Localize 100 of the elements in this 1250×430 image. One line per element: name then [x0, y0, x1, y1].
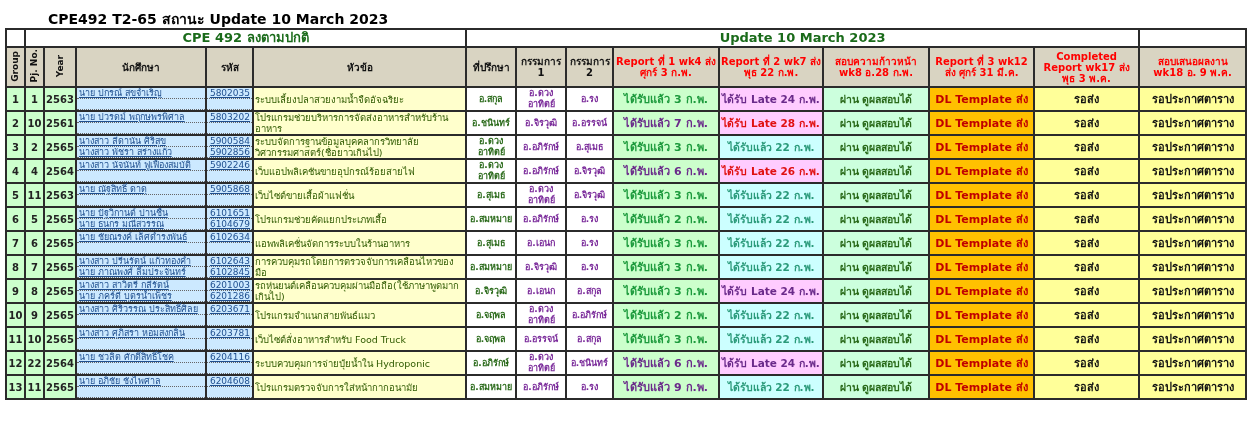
table-cell: ได้รับ Late 24 ก.พ. — [720, 352, 823, 374]
table-cell: อ.จฤพล — [467, 328, 516, 350]
student-id-link[interactable]: 6104679 — [209, 219, 250, 229]
table-cell: ผ่าน ดูผลสอบได้ — [824, 112, 929, 134]
table-cell: รอประกาศตาราง — [1140, 328, 1246, 350]
table-cell: ได้รับแล้ว 3 ก.พ. — [614, 232, 719, 254]
table-cell: รอส่ง — [1035, 280, 1139, 302]
table-cell: DL Template ส่ง — [930, 208, 1034, 230]
table-cell: รอประกาศตาราง — [1140, 376, 1246, 398]
table-cell: อ.ชนินทร์ — [467, 112, 516, 134]
column-header: Pj. No. — [29, 49, 40, 83]
table-cell: อ.สุเมธ — [467, 232, 516, 254]
table-cell: อ.สกุล — [567, 328, 613, 350]
table-cell: 2565 — [45, 376, 75, 398]
student-name-link[interactable]: นาย ภาณพงศ์ ลิ้มประจันทร์ — [79, 267, 186, 277]
table-cell: DL Template ส่ง — [930, 232, 1034, 254]
student-id-link[interactable]: 6102643 — [209, 256, 250, 266]
table-cell: อ.อภิรักษ์ — [517, 160, 566, 182]
student-name-link[interactable]: นาย ธนกร มณีสวรรณ — [79, 219, 164, 229]
student-id-link[interactable]: 5902856 — [209, 147, 250, 157]
table-cell: อ.รง — [567, 88, 613, 110]
column-header: Year — [54, 54, 66, 78]
table-cell: 2565 — [45, 232, 75, 254]
table-cell: รอประกาศตาราง — [1140, 208, 1246, 230]
column-header: กรรมการ 2 — [567, 48, 613, 86]
table-cell: 9 — [26, 304, 43, 326]
table-cell: ระบบควบคุมการจ่ายปุ๋ยน้ำใน Hydroponic — [254, 352, 466, 374]
column-header: สอบเสนอผลงาน wk18 อ. 9 พ.ค. — [1140, 48, 1246, 86]
table-cell: อ.อภิรักษ์ — [467, 352, 516, 374]
student-name-link[interactable]: นางสาว พัชรา สร่างแก้ว — [79, 147, 172, 157]
table-cell: รอส่ง — [1035, 256, 1139, 278]
table-cell: โปรแกรมช่วยบริหารการจัดส่งอาหารสำหรับร้านอาหาร — [254, 112, 466, 134]
table-cell: ได้รับแล้ว 3 ก.พ. — [614, 184, 719, 206]
student-name-link[interactable]: นาย ภคร์ดี บุตรน้ำเพ็ชร — [79, 291, 172, 301]
table-cell: รอส่ง — [1035, 328, 1139, 350]
table-cell: อ.ดวง อาทิตย์ — [467, 160, 516, 182]
table-cell: ได้รับแล้ว 22 ก.พ. — [720, 184, 823, 206]
table-cell: รถหุ่นยนต์เคลื่อนควบคุมผ่านมือถือ(ใช้ภาษาพูดมากเกินไป) — [254, 280, 466, 302]
table-cell: อ.ดวง อาทิตย์ — [517, 304, 566, 326]
table-cell: DL Template ส่ง — [930, 328, 1034, 350]
table-cell: 12 — [7, 352, 24, 374]
table-cell: ได้รับแล้ว 22 ก.พ. — [720, 232, 823, 254]
table-cell: รอประกาศตาราง — [1140, 88, 1246, 110]
table-cell: ผ่าน ดูผลสอบได้ — [824, 280, 929, 302]
table-cell: ได้รับ Late 26 ก.พ. — [720, 160, 823, 182]
page-title: CPE492 T2-65 สถานะ Update 10 March 2023 — [47, 10, 390, 28]
table-cell: อ.รง — [567, 376, 613, 398]
column-header: กรรมการ 1 — [517, 48, 566, 86]
table-cell: DL Template ส่ง — [930, 352, 1034, 374]
table-cell: ผ่าน ดูผลสอบได้ — [824, 256, 929, 278]
column-header: นักศึกษา — [77, 48, 205, 86]
table-cell: ผ่าน ดูผลสอบได้ — [824, 376, 929, 398]
student-id-link[interactable]: 6201286 — [209, 291, 250, 301]
table-cell: DL Template ส่ง — [930, 184, 1034, 206]
table-cell: ได้รับแล้ว 22 ก.พ. — [720, 208, 823, 230]
table-cell: 1 — [26, 88, 43, 110]
table-cell: เว็บแอปพลิเคชันขายอุปกรณ์ร้อยสายไฟ — [254, 160, 466, 182]
table-cell: อ.ดวง อาทิตย์ — [517, 88, 566, 110]
student-name-link[interactable]: นาย ปัฐวิกานต์ ปานชื่น — [79, 208, 168, 218]
table-cell: อ.อรรจน์ — [517, 328, 566, 350]
table-cell: อ.สกุล — [467, 88, 516, 110]
table-cell: ผ่าน ดูผลสอบได้ — [824, 88, 929, 110]
table-cell: 2 — [26, 136, 43, 158]
table-cell: ได้รับแล้ว 3 ก.พ. — [614, 328, 719, 350]
table-cell: ผ่าน ดูผลสอบได้ — [824, 184, 929, 206]
table-cell: อ.เอนก — [517, 232, 566, 254]
student-id-link[interactable]: 5900584 — [209, 136, 250, 146]
student-id-link[interactable]: 6102845 — [209, 267, 250, 277]
student-id-link[interactable]: 6201003 — [209, 280, 250, 290]
section-heading: CPE 492 ลงตามปกติ — [26, 30, 466, 46]
table-cell: แอพพลิเคชั่นจัดการระบบในร้านอาหาร — [254, 232, 466, 254]
table-cell: รอส่ง — [1035, 184, 1139, 206]
table-cell: รอส่ง — [1035, 376, 1139, 398]
table-cell: 9 — [7, 280, 24, 302]
table-cell: 2563 — [45, 88, 75, 110]
table-cell: ผ่าน ดูผลสอบได้ — [824, 136, 929, 158]
table-cell: DL Template ส่ง — [930, 280, 1034, 302]
student-name-link[interactable]: นางสาว ปรีนรัตน์ แก้วทองคำ — [79, 256, 191, 266]
table-cell: อ.สมหมาย — [467, 208, 516, 230]
student-name-link[interactable]: นางสาว ลี่ดานัน ศิริสุข — [79, 136, 166, 146]
table-cell: อ.อภิรักษ์ — [567, 304, 613, 326]
table-cell: ผ่าน ดูผลสอบได้ — [824, 160, 929, 182]
table-cell: 2561 — [45, 112, 75, 134]
table-cell: DL Template ส่ง — [930, 256, 1034, 278]
table-cell: 2565 — [45, 280, 75, 302]
table-cell: DL Template ส่ง — [930, 112, 1034, 134]
table-cell: อ.จิรวุฒิ — [567, 184, 613, 206]
student-name-link[interactable]: นางสาว สาวิตรี กลีรัตน์ — [79, 280, 169, 290]
table-cell: อ.ชนินทร์ — [567, 352, 613, 374]
table-cell: อ.จิรวุฒิ — [467, 280, 516, 302]
student-id-link[interactable]: 6101651 — [209, 208, 250, 218]
table-cell: 3 — [7, 136, 24, 158]
column-header: หัวข้อ — [254, 48, 466, 86]
column-header: Report ที่ 1 wk4 ส่ง ศุกร์ 3 ก.พ. — [614, 48, 719, 86]
table-cell: อ.จิรวุฒิ — [567, 160, 613, 182]
table-cell: ได้รับ Late 28 ก.พ. — [720, 112, 823, 134]
table-cell: 10 — [26, 112, 43, 134]
table-cell: DL Template ส่ง — [930, 136, 1034, 158]
table-cell: ได้รับแล้ว 3 ก.พ. — [614, 280, 719, 302]
table-cell: รอส่ง — [1035, 136, 1139, 158]
